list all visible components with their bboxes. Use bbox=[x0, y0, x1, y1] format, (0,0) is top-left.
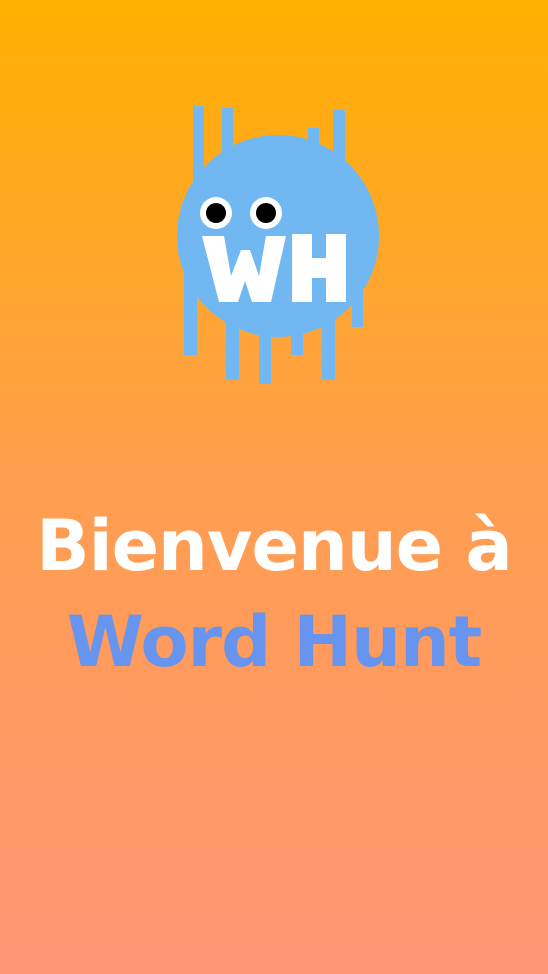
word-hunt-monster-icon bbox=[177, 106, 379, 384]
splash-screen: Bienvenue à Word Hunt bbox=[0, 0, 548, 974]
welcome-line-primary: Bienvenue à bbox=[36, 505, 513, 587]
welcome-title: Bienvenue à Word Hunt bbox=[0, 498, 548, 690]
app-name-title: Word Hunt bbox=[66, 601, 483, 683]
